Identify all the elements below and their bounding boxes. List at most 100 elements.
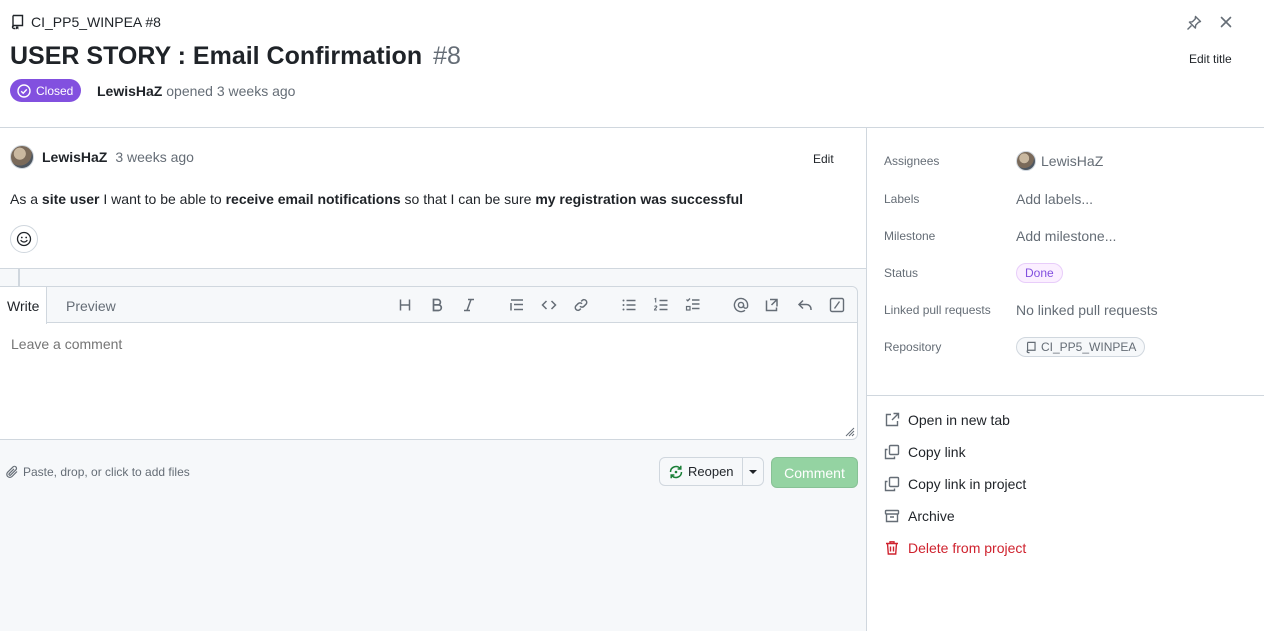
copy-icon [884,476,900,492]
story-part: As a [10,191,42,207]
mention-icon[interactable] [725,287,757,323]
close-icon[interactable] [1218,14,1234,30]
copy-link-in-project[interactable]: Copy link in project [884,473,1026,495]
sidebar-assignees[interactable]: Assignees LewisHaZ [884,149,1103,173]
status-badge-label: Closed [36,83,74,98]
italic-icon[interactable] [453,287,485,323]
sidebar-milestone[interactable]: Milestone Add milestone... [884,224,1116,248]
issue-body: LewisHaZ 3 weeks ago Edit As a site user… [0,128,866,269]
status-badge: Done [1016,263,1063,283]
copy-link-in-project-label: Copy link in project [908,476,1027,492]
format-toolbar-insert [501,287,597,323]
paperclip-icon [5,465,19,479]
milestone-value: Add milestone... [1016,228,1117,244]
assignees-label: Assignees [884,154,940,168]
reopen-icon [668,464,684,480]
status-value: Done [1016,263,1063,283]
sidebar-status[interactable]: Status Done [884,261,1063,285]
reply-icon[interactable] [789,287,821,323]
copy-icon [884,444,900,460]
trash-icon [884,540,900,556]
copy-link[interactable]: Copy link [884,441,966,463]
repo-icon [1026,341,1037,354]
labels-value: Add labels... [1016,191,1094,207]
issue-body-text: As a site user I want to be able to rece… [10,191,743,207]
tab-write[interactable]: Write [0,287,48,324]
status-label: Status [884,266,919,280]
heading-icon[interactable] [389,287,421,323]
sidebar-divider [867,395,1264,396]
add-reaction-button[interactable] [10,225,38,253]
archive-icon [884,508,900,524]
slash-command-icon[interactable] [821,287,853,323]
comment-time[interactable]: 3 weeks ago [115,149,194,165]
repo-ref: CI_PP5_WINPEA #8 [31,14,161,30]
repository-label: Repository [884,340,942,354]
repo-breadcrumb[interactable]: CI_PP5_WINPEA #8 [11,14,161,30]
author-link[interactable]: LewisHaZ [97,83,162,99]
comment-author[interactable]: LewisHaZ [42,149,107,165]
link-icon[interactable] [565,287,597,323]
sidebar-linked-prs[interactable]: Linked pull requests No linked pull requ… [884,298,1158,322]
sidebar: Assignees LewisHaZ Labels Add labels... … [866,128,1264,631]
repository-badge[interactable]: CI_PP5_WINPEA [1016,337,1146,357]
chevron-down-icon[interactable] [741,458,763,485]
open-in-new-tab-label: Open in new tab [908,412,1010,428]
repository-name: CI_PP5_WINPEA [1041,340,1137,354]
resize-handle-icon[interactable] [843,425,855,437]
story-part: so that I can be sure [400,191,536,207]
comment-editor: Write Preview [0,286,858,440]
assignee-name: LewisHaZ [1041,153,1104,169]
issue-header: CI_PP5_WINPEA #8 USER STORY : Email Conf… [0,0,1264,128]
bold-icon[interactable] [421,287,453,323]
external-link-icon [884,412,900,428]
archive-label: Archive [908,508,955,524]
quote-icon[interactable] [501,287,533,323]
avatar[interactable] [10,145,34,169]
reopen-button[interactable]: Reopen [660,458,742,485]
labels-label: Labels [884,192,920,206]
comment-textarea[interactable] [0,324,857,440]
attach-hint: Paste, drop, or click to add files [23,465,190,479]
comment-button[interactable]: Comment [771,457,858,488]
repository-value: CI_PP5_WINPEA [1016,337,1146,357]
main-column: LewisHaZ 3 weeks ago Edit As a site user… [0,128,866,631]
issue-number: #8 [433,42,461,70]
story-bold: receive email notifications [225,191,401,207]
open-in-new-tab[interactable]: Open in new tab [884,409,1010,431]
repo-icon [11,14,25,30]
edit-title-button[interactable]: Edit title [1189,52,1232,66]
opened-meta: LewisHaZ opened 3 weeks ago [97,83,295,99]
status-badge-closed: Closed [10,79,82,102]
task-list-icon[interactable] [677,287,709,323]
code-icon[interactable] [533,287,565,323]
bullet-list-icon[interactable] [613,287,645,323]
issue-title-text: USER STORY : Email Confirmation [10,42,423,70]
story-part: I want to be able to [99,191,226,207]
format-toolbar-lists [613,287,709,323]
timeline-line [18,269,20,287]
edit-body-button[interactable]: Edit [813,152,834,166]
assignee-value: LewisHaZ [1016,151,1103,171]
story-bold: site user [41,191,100,207]
attach-files[interactable]: Paste, drop, or click to add files [5,465,190,479]
reopen-label: Reopen [688,464,734,479]
issue-title: USER STORY : Email Confirmation #8 [10,42,461,71]
copy-link-label: Copy link [908,444,966,460]
numbered-list-icon[interactable] [645,287,677,323]
tab-preview[interactable]: Preview [59,287,123,324]
comment-header: LewisHaZ 3 weeks ago [10,145,194,169]
archive[interactable]: Archive [884,505,955,527]
delete-from-project[interactable]: Delete from project [884,537,1026,559]
milestone-label: Milestone [884,229,936,243]
reopen-split-button: Reopen [659,457,764,486]
format-toolbar-text [389,287,485,323]
smiley-icon [16,231,32,247]
delete-from-project-label: Delete from project [908,540,1027,556]
editor-tabs: Write Preview [0,287,857,324]
pin-icon[interactable] [1185,14,1203,32]
sidebar-repository[interactable]: Repository CI_PP5_WINPEA [884,335,1146,359]
avatar [1016,151,1036,171]
reference-icon[interactable] [757,287,789,323]
sidebar-labels[interactable]: Labels Add labels... [884,187,1093,211]
